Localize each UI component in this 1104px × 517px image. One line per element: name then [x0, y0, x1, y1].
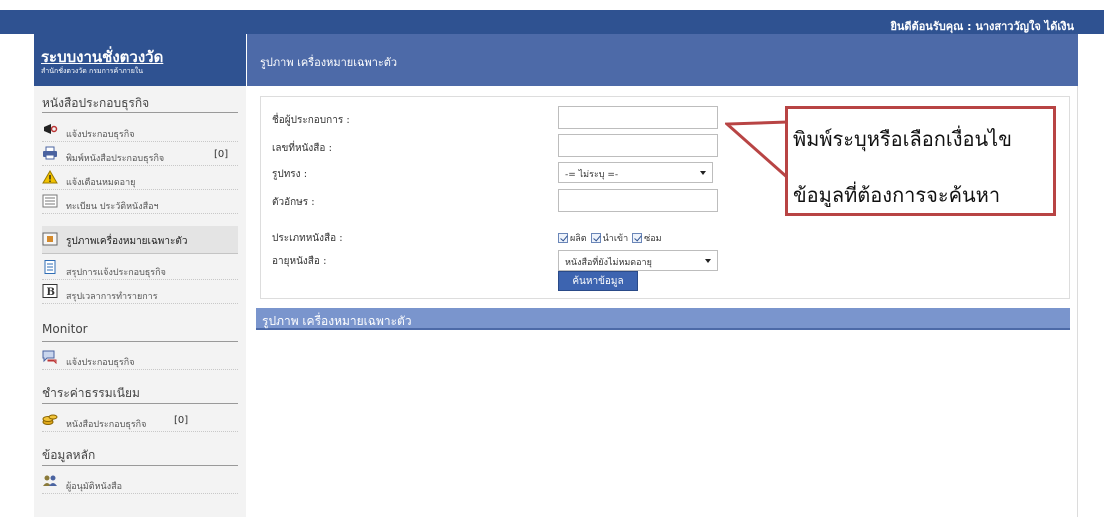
svg-text:B: B [47, 287, 55, 298]
chevron-down-icon [705, 259, 711, 263]
sidebar-item-label: หนังสือประกอบธุรกิจ [66, 420, 147, 430]
sidebar-item-time-summary[interactable]: B สรุปเวลาการทำรายการ [42, 282, 238, 304]
sidebar-item-fee-license[interactable]: หนังสือประกอบธุรกิจ [0] [42, 410, 238, 432]
sidebar-section-title: Monitor [42, 322, 88, 336]
sidebar-item-label: สรุปการแจ้งประกอบธุรกิจ [66, 268, 166, 278]
sidebar-item-label: ทะเบียน ประวัติหนังสือฯ [66, 202, 159, 212]
top-bar: ยินดีต้อนรับคุณ : นางสาววัญใจ ได้เงิน [0, 0, 1104, 34]
section-divider [42, 112, 238, 113]
users-icon [42, 474, 58, 488]
chat-icon [42, 350, 58, 364]
brand-header: ระบบงานชั่งตวงวัด สำนักชั่งตวงวัด กรมการ… [34, 34, 246, 86]
page-title: รูปภาพ เครื่องหมายเฉพาะตัว [260, 56, 398, 69]
shape-select-value: -= ไม่ระบุ =- [565, 170, 619, 180]
sidebar-section-title: ชำระค่าธรรมเนียม [42, 386, 140, 400]
sidebar-item-label: แจ้งเตือนหมดอายุ [66, 178, 136, 188]
section-divider [42, 341, 238, 342]
checkbox-manufacture[interactable]: ผลิต [558, 231, 587, 245]
section-divider [42, 465, 238, 466]
book-no-input[interactable] [558, 134, 718, 157]
sidebar-item-approvers[interactable]: ผู้อนุมัติหนังสือ [42, 472, 238, 494]
welcome-text: ยินดีต้อนรับคุณ : นางสาววัญใจ ได้เงิน [890, 20, 1074, 33]
coins-icon [42, 412, 58, 426]
checkbox-label: นำเข้า [602, 234, 629, 244]
printer-icon [42, 146, 58, 160]
sidebar-item-business-summary[interactable]: สรุปการแจ้งประกอบธุรกิจ [42, 258, 238, 280]
checkbox-import[interactable]: นำเข้า [590, 231, 629, 245]
fee-count-badge: [0] [174, 415, 189, 426]
page-header: รูปภาพ เครื่องหมายเฉพาะตัว [247, 34, 1078, 86]
book-no-label: เลขที่หนังสือ : [272, 143, 332, 154]
checkbox-checked-icon[interactable] [590, 233, 601, 243]
results-title: รูปภาพ เครื่องหมายเฉพาะตัว [262, 314, 412, 328]
callout-text-line1: พิมพ์ระบุหรือเลือกเงื่อนไข [793, 127, 1012, 151]
letters-input[interactable] [558, 189, 718, 212]
sidebar-item-label: รูปภาพเครื่องหมายเฉพาะตัว [66, 236, 188, 247]
chevron-down-icon [700, 171, 706, 175]
sidebar-item-license-history[interactable]: ทะเบียน ประวัติหนังสือฯ [42, 192, 238, 214]
search-button[interactable]: ค้นหาข้อมูล [558, 271, 638, 291]
sidebar: หนังสือประกอบธุรกิจ แจ้งประกอบธุรกิจ พิม… [34, 86, 246, 517]
picture-icon [42, 232, 58, 246]
document-icon [42, 260, 58, 274]
results-header: รูปภาพ เครื่องหมายเฉพาะตัว [256, 308, 1070, 330]
book-type-checkboxes: ผลิต นำเข้า ซ่อม [558, 231, 662, 245]
checkbox-label: ซ่อม [644, 234, 662, 244]
callout-text-line2: ข้อมูลที่ต้องการจะค้นหา [793, 183, 1001, 207]
book-age-select[interactable]: หนังสือที่ยังไม่หมดอายุ [558, 250, 718, 271]
sidebar-item-expiry-alert[interactable]: แจ้งเตือนหมดอายุ [42, 168, 238, 190]
checkbox-checked-icon[interactable] [632, 233, 643, 243]
operator-name-input[interactable] [558, 106, 718, 129]
checkbox-label: ผลิต [570, 234, 587, 244]
checkbox-repair[interactable]: ซ่อม [632, 231, 662, 245]
sidebar-item-monitor-notify[interactable]: แจ้งประกอบธุรกิจ [42, 348, 238, 370]
sidebar-item-label: แจ้งประกอบธุรกิจ [66, 358, 135, 368]
sidebar-item-label: สรุปเวลาการทำรายการ [66, 292, 158, 302]
register-icon [42, 194, 58, 208]
sidebar-item-label: พิมพ์หนังสือประกอบธุรกิจ [66, 154, 165, 164]
letters-label: ตัวอักษร : [272, 197, 315, 208]
sidebar-item-label: ผู้อนุมัติหนังสือ [66, 482, 122, 492]
sidebar-item-trademark-images[interactable]: รูปภาพเครื่องหมายเฉพาะตัว [42, 226, 238, 254]
checkbox-checked-icon[interactable] [558, 233, 568, 243]
book-age-select-value: หนังสือที่ยังไม่หมดอายุ [565, 258, 652, 268]
app-subtitle: สำนักชั่งตวงวัด กรมการค้าภายใน [41, 67, 143, 75]
megaphone-icon [42, 122, 58, 136]
sidebar-section-title: ข้อมูลหลัก [42, 448, 96, 462]
shape-select[interactable]: -= ไม่ระบุ =- [558, 162, 713, 183]
section-divider [42, 403, 238, 404]
sidebar-section-title: หนังสือประกอบธุรกิจ [42, 96, 150, 110]
book-age-label: อายุหนังสือ : [272, 256, 327, 267]
shape-label: รูปทรง : [272, 169, 308, 180]
warning-icon [42, 170, 58, 184]
sidebar-item-notify-business[interactable]: แจ้งประกอบธุรกิจ [42, 120, 238, 142]
print-count-badge: [0] [214, 149, 229, 160]
callout-box: พิมพ์ระบุหรือเลือกเงื่อนไข ข้อมูลที่ต้อง… [785, 106, 1056, 216]
b-icon: B [42, 284, 58, 298]
sidebar-item-label: แจ้งประกอบธุรกิจ [66, 130, 135, 140]
operator-name-label: ชื่อผู้ประกอบการ : [272, 115, 350, 126]
book-type-label: ประเภทหนังสือ : [272, 233, 343, 244]
sidebar-item-print-license[interactable]: พิมพ์หนังสือประกอบธุรกิจ [0] [42, 144, 238, 166]
